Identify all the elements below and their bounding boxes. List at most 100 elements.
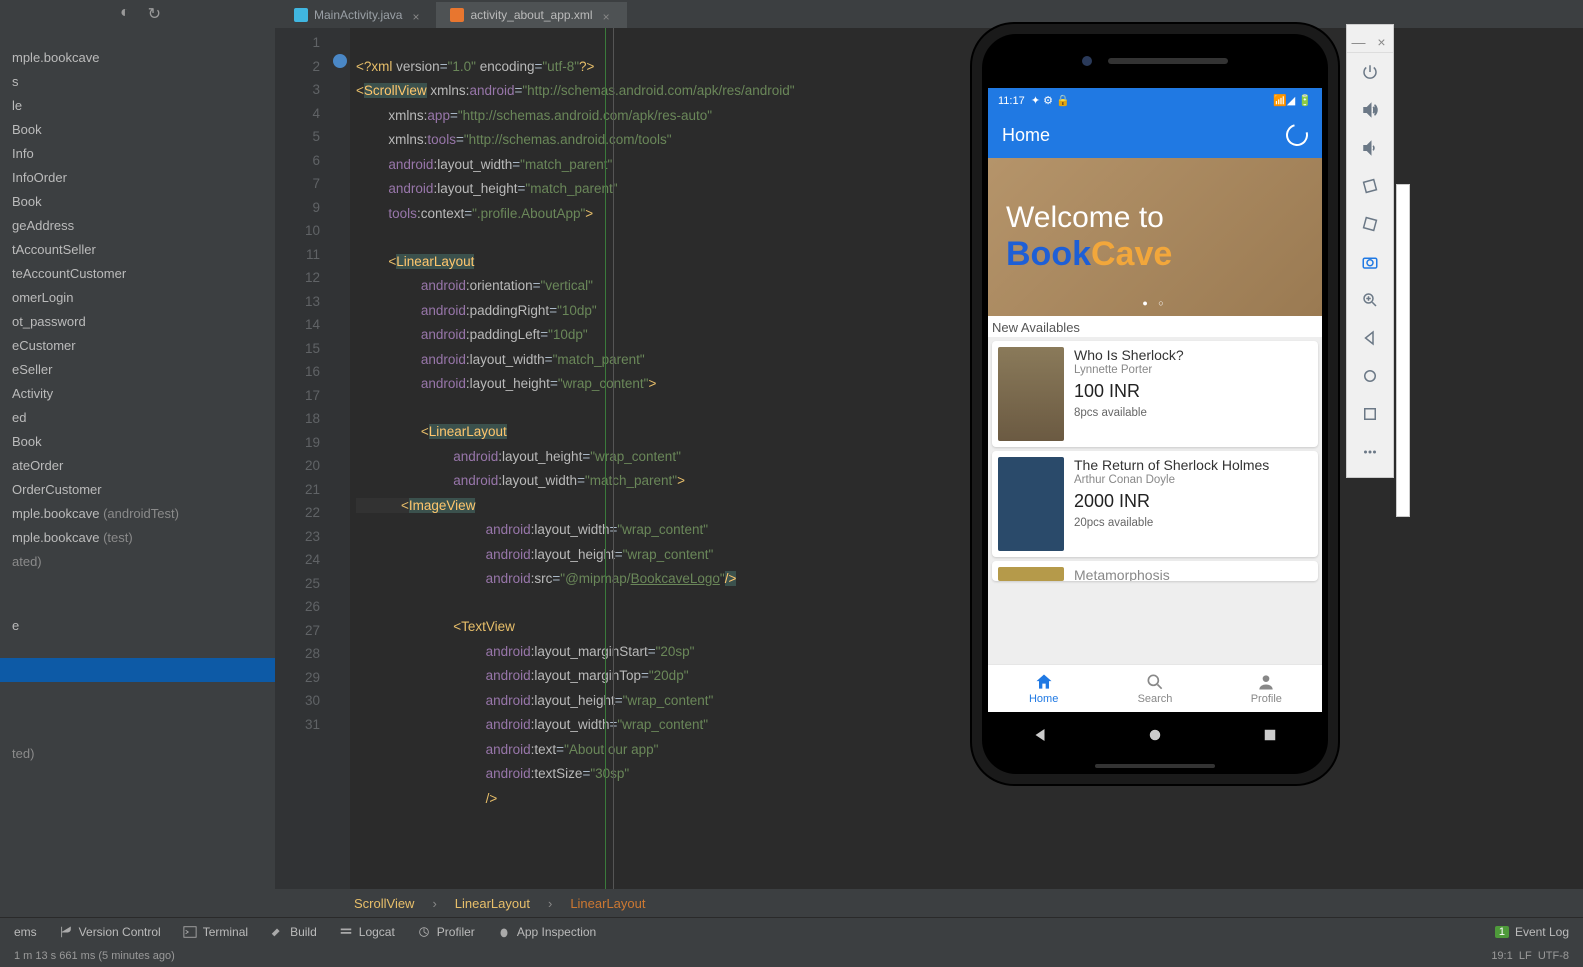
tool-build[interactable]: Build [270,925,317,939]
crumb[interactable]: LinearLayout [570,896,645,911]
line-gutter: 1234567910111213141516171819202122232425… [275,28,330,889]
rotate-left-icon[interactable] [1347,167,1393,205]
back-icon[interactable] [1347,319,1393,357]
page-indicator[interactable]: ● ○ [988,298,1322,308]
tree-item[interactable]: eSeller [0,358,275,382]
crumb[interactable]: LinearLayout [455,896,530,911]
tree-item[interactable]: teAccountCustomer [0,262,275,286]
emulator-window[interactable]: 11:17 ✦ ⚙ 🔒 📶◢ 🔋 Home Welcome to BookCav… [972,24,1338,784]
close-icon[interactable]: × [1370,31,1393,52]
book-card[interactable]: Who Is Sherlock? Lynnette Porter 100 INR… [992,341,1318,447]
tool-terminal[interactable]: Terminal [183,925,248,939]
tree-item[interactable]: le [0,94,275,118]
tree-item[interactable]: OrderCustomer [0,478,275,502]
tree-item[interactable]: geAddress [0,214,275,238]
line-sep[interactable]: LF [1519,950,1532,962]
nav-search[interactable]: Search [1099,665,1210,712]
overview-icon[interactable] [1261,726,1279,744]
build-status: 1 m 13 s 661 ms (5 minutes ago) [14,950,175,962]
nav-back-icon[interactable]: ◐ [120,4,130,24]
device-frame: 11:17 ✦ ⚙ 🔒 📶◢ 🔋 Home Welcome to BookCav… [972,24,1338,784]
book-stock: 8pcs available [1074,407,1184,419]
book-stock: 20pcs available [1074,517,1269,529]
tool-app-inspection[interactable]: App Inspection [497,925,596,939]
close-icon[interactable]: × [412,10,422,20]
breadcrumb[interactable]: ScrollView› LinearLayout› LinearLayout [0,889,1583,917]
android-statusbar: 11:17 ✦ ⚙ 🔒 📶◢ 🔋 [988,88,1322,112]
tool-version-control[interactable]: Version Control [59,925,161,939]
app-title: Home [1002,125,1050,146]
tree-item[interactable]: ted) [0,742,275,766]
tool-profiler[interactable]: Profiler [417,925,475,939]
project-tree[interactable]: mple.bookcave s le Book Info InfoOrder B… [0,28,275,889]
more-icon[interactable] [1347,433,1393,471]
tree-item[interactable]: ated) [0,550,275,574]
refresh-icon[interactable] [1282,120,1312,150]
tool-logcat[interactable]: Logcat [339,925,395,939]
bug-icon [497,925,511,939]
book-title: Who Is Sherlock? [1074,347,1184,363]
book-price: 2000 INR [1074,491,1269,512]
tree-item[interactable]: e [0,614,275,638]
tab-mainactivity[interactable]: MainActivity.java × [280,2,436,28]
rotate-right-icon[interactable] [1347,205,1393,243]
crumb[interactable]: ScrollView [354,896,414,911]
vcs-icon [59,925,73,939]
tree-item[interactable]: tAccountSeller [0,238,275,262]
book-card[interactable]: Metamorphosis [992,561,1318,581]
tree-item[interactable]: InfoOrder [0,166,275,190]
book-author: Arthur Conan Doyle [1074,474,1269,486]
zoom-icon[interactable] [1347,281,1393,319]
book-author: Lynnette Porter [1074,364,1184,376]
close-icon[interactable]: × [603,10,613,20]
xml-file-icon [450,8,464,22]
nav-profile[interactable]: Profile [1211,665,1322,712]
java-file-icon [294,8,308,22]
hammer-icon [270,925,284,939]
signal-icons: 📶◢ 🔋 [1273,94,1312,107]
related-file-icon[interactable] [333,54,347,68]
device-notch [982,34,1328,88]
welcome-banner[interactable]: Welcome to BookCave ● ○ [988,158,1322,316]
tool-problems[interactable]: ems [14,925,37,939]
power-icon[interactable] [1347,53,1393,91]
section-header: New Availables [988,316,1322,337]
tree-item[interactable]: Info [0,142,275,166]
volume-up-icon[interactable] [1347,91,1393,129]
volume-down-icon[interactable] [1347,129,1393,167]
book-title: The Return of Sherlock Holmes [1074,457,1269,473]
device-screen[interactable]: 11:17 ✦ ⚙ 🔒 📶◢ 🔋 Home Welcome to BookCav… [988,88,1322,712]
overview-icon[interactable] [1347,395,1393,433]
side-panel-edge[interactable] [1396,184,1410,517]
home-icon [1034,672,1054,692]
tree-item[interactable]: eCustomer [0,334,275,358]
back-icon[interactable] [1031,726,1049,744]
tree-item[interactable]: Activity [0,382,275,406]
tree-item[interactable]: mple.bookcave [0,46,275,70]
camera-icon[interactable] [1347,243,1393,281]
tree-item[interactable]: Book [0,190,275,214]
tree-item-selected[interactable] [0,658,275,682]
tool-event-log[interactable]: 1Event Log [1495,925,1569,939]
tree-item[interactable]: omerLogin [0,286,275,310]
tab-activity-about-app[interactable]: activity_about_app.xml × [436,2,626,28]
tree-item[interactable]: mple.bookcave (androidTest) [0,502,275,526]
nav-home[interactable]: Home [988,665,1099,712]
encoding[interactable]: UTF-8 [1538,950,1569,962]
tree-item[interactable]: Book [0,430,275,454]
book-cover [998,347,1064,441]
caret-pos[interactable]: 19:1 [1491,950,1512,962]
tree-item[interactable]: ateOrder [0,454,275,478]
nav-fwd-icon[interactable]: ↻ [148,4,161,24]
home-icon[interactable] [1347,357,1393,395]
tree-item[interactable]: ed [0,406,275,430]
minimize-icon[interactable]: — [1347,31,1370,52]
tree-item[interactable]: mple.bookcave (test) [0,526,275,550]
book-card[interactable]: The Return of Sherlock Holmes Arthur Con… [992,451,1318,557]
clock: 11:17 [998,95,1025,107]
android-softkeys [982,712,1328,758]
home-icon[interactable] [1146,726,1164,744]
tree-item[interactable]: Book [0,118,275,142]
tree-item[interactable]: ot_password [0,310,275,334]
tree-item[interactable]: s [0,70,275,94]
